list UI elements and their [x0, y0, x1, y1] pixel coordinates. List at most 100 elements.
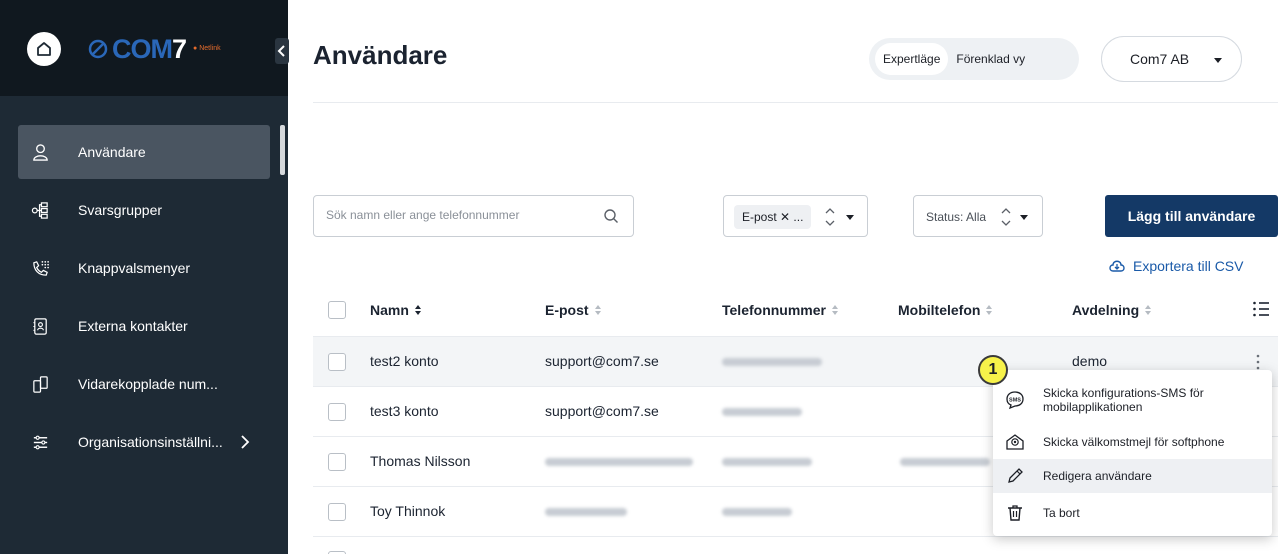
- logo-subtitle: ● Netlink: [193, 45, 221, 52]
- svg-text:SMS: SMS: [1009, 398, 1021, 404]
- row-checkbox[interactable]: [328, 353, 346, 371]
- column-header-label: Avdelning: [1072, 302, 1140, 318]
- home-button[interactable]: [27, 32, 61, 66]
- main-content: Användare Expertläge Förenklad vy Com7 A…: [288, 0, 1278, 554]
- chevron-left-icon: [277, 45, 285, 57]
- menu-item-send-config-sms[interactable]: SMS Skicka konfigurations-SMS för mobilap…: [993, 378, 1272, 422]
- sidebar-nav: Användare Svarsgrupper Knappvalsmenyer E…: [18, 125, 270, 473]
- column-settings-icon[interactable]: [1252, 300, 1270, 318]
- com7-logo: COM7 ● Netlink: [88, 36, 221, 63]
- caret-down-icon: [846, 215, 854, 220]
- cloud-download-icon: [1109, 260, 1125, 272]
- search-box: [313, 195, 634, 237]
- row-context-menu: SMS Skicka konfigurations-SMS för mobilap…: [993, 370, 1272, 536]
- contact-card-icon: [30, 316, 50, 336]
- cell-name: test3 konto: [370, 403, 439, 419]
- cell-name: test2 konto: [370, 353, 439, 369]
- sort-icon: [594, 305, 601, 315]
- sidebar-item-svarsgrupper[interactable]: Svarsgrupper: [18, 183, 270, 237]
- cell-department: demo: [1072, 353, 1108, 369]
- settings-list-icon: [30, 432, 50, 452]
- user-icon: [30, 142, 50, 162]
- sort-icon: [414, 305, 421, 315]
- column-header-label: Mobiltelefon: [898, 302, 981, 318]
- cell-email: support@com7.se: [545, 403, 659, 419]
- column-header-mobiltelefon[interactable]: Mobiltelefon: [898, 300, 993, 320]
- sidebar-item-label: Svarsgrupper: [78, 202, 163, 218]
- menu-item-send-welcome-email[interactable]: Skicka välkomstmejl för softphone: [993, 426, 1272, 458]
- add-user-button[interactable]: Lägg till användare: [1105, 195, 1278, 237]
- row-checkbox[interactable]: [328, 453, 346, 471]
- table-row[interactable]: [313, 536, 1278, 554]
- cell-phone-blurred: [722, 508, 792, 516]
- chevron-right-icon: [241, 435, 250, 449]
- home-icon: [37, 42, 51, 56]
- sidebar-item-externa-kontakter[interactable]: Externa kontakter: [18, 299, 270, 353]
- sidebar: COM7 ● Netlink Användare Svarsgrupper Kn…: [0, 0, 289, 554]
- menu-label-line2: mobilapplikationen: [1043, 400, 1143, 414]
- cell-name: Thomas Nilsson: [370, 453, 471, 469]
- sidebar-item-label: Vidarekopplade num...: [78, 376, 218, 392]
- envelope-at-icon: [1005, 432, 1025, 452]
- menu-item-delete[interactable]: Ta bort: [993, 497, 1272, 529]
- search-icon[interactable]: [603, 208, 619, 224]
- group-tree-icon: [30, 200, 50, 220]
- menu-item-label: Redigera användare: [1043, 469, 1152, 483]
- sidebar-item-label: Användare: [78, 144, 146, 160]
- cell-phone-blurred: [722, 458, 812, 466]
- menu-item-label: Skicka välkomstmejl för softphone: [1043, 435, 1225, 449]
- more-vertical-icon[interactable]: [1256, 354, 1260, 370]
- sidebar-item-vidarekopplade[interactable]: Vidarekopplade num...: [18, 357, 270, 411]
- sidebar-item-label: Externa kontakter: [78, 318, 188, 334]
- export-csv-link[interactable]: Exportera till CSV: [1108, 258, 1243, 274]
- status-filter-label: Status: Alla: [926, 210, 987, 224]
- organization-select[interactable]: Com7 AB: [1101, 36, 1242, 82]
- simple-view-option[interactable]: Förenklad vy: [948, 43, 1033, 75]
- sidebar-item-knappvalsmenyer[interactable]: Knappvalsmenyer: [18, 241, 270, 295]
- sms-icon: SMS: [1005, 390, 1025, 410]
- search-input[interactable]: [326, 208, 596, 222]
- menu-item-label: Skicka konfigurations-SMS för mobilapplik…: [1043, 386, 1204, 414]
- cell-name: Toy Thinnok: [370, 503, 446, 519]
- cell-phone-blurred: [722, 358, 822, 366]
- sidebar-item-anvandare[interactable]: Användare: [18, 125, 270, 179]
- step-number-badge: 1: [978, 355, 1008, 385]
- stepper-icon[interactable]: [1000, 204, 1012, 230]
- column-filter-select[interactable]: E-post ✕ ...: [723, 195, 868, 237]
- email-filter-chip[interactable]: E-post ✕ ...: [734, 205, 812, 229]
- menu-item-label: Ta bort: [1043, 506, 1080, 520]
- sort-icon: [986, 305, 993, 315]
- pencil-icon: [1005, 466, 1025, 486]
- column-header-namn[interactable]: Namn: [370, 300, 421, 320]
- cell-mobile-blurred: [900, 458, 990, 466]
- view-mode-toggle: Expertläge Förenklad vy: [869, 38, 1079, 80]
- header-divider: [313, 102, 1278, 103]
- sort-icon: [1145, 305, 1152, 315]
- menu-item-edit-user[interactable]: Redigera användare: [993, 459, 1272, 493]
- cell-email-blurred: [545, 508, 627, 516]
- trash-icon: [1005, 503, 1025, 523]
- expert-mode-option[interactable]: Expertläge: [875, 43, 949, 75]
- sidebar-scrollbar[interactable]: [280, 125, 285, 175]
- cell-email-blurred: [545, 458, 693, 466]
- export-csv-label: Exportera till CSV: [1133, 258, 1244, 274]
- status-filter-select[interactable]: Status: Alla: [913, 195, 1043, 237]
- menu-label-line1: Skicka konfigurations-SMS för: [1043, 386, 1204, 400]
- column-header-epost[interactable]: E-post: [545, 300, 601, 320]
- caret-down-icon: [1020, 215, 1028, 220]
- column-header-telefonnummer[interactable]: Telefonnummer: [722, 300, 838, 320]
- stepper-icon[interactable]: [824, 204, 836, 230]
- collapse-sidebar-button[interactable]: [275, 38, 289, 64]
- column-header-label: E-post: [545, 302, 589, 318]
- row-checkbox[interactable]: [328, 403, 346, 421]
- column-header-label: Namn: [370, 302, 409, 318]
- sidebar-item-organisationsinstallningar[interactable]: Organisationsinställni...: [18, 415, 270, 469]
- sidebar-item-label: Knappvalsmenyer: [78, 260, 191, 276]
- phone-keypad-icon: [30, 258, 50, 278]
- organization-value: Com7 AB: [1130, 51, 1190, 67]
- sort-icon: [831, 305, 838, 315]
- logo-mark-icon: [88, 39, 108, 59]
- row-checkbox[interactable]: [328, 503, 346, 521]
- column-header-avdelning[interactable]: Avdelning: [1072, 300, 1152, 320]
- select-all-checkbox[interactable]: [328, 301, 346, 319]
